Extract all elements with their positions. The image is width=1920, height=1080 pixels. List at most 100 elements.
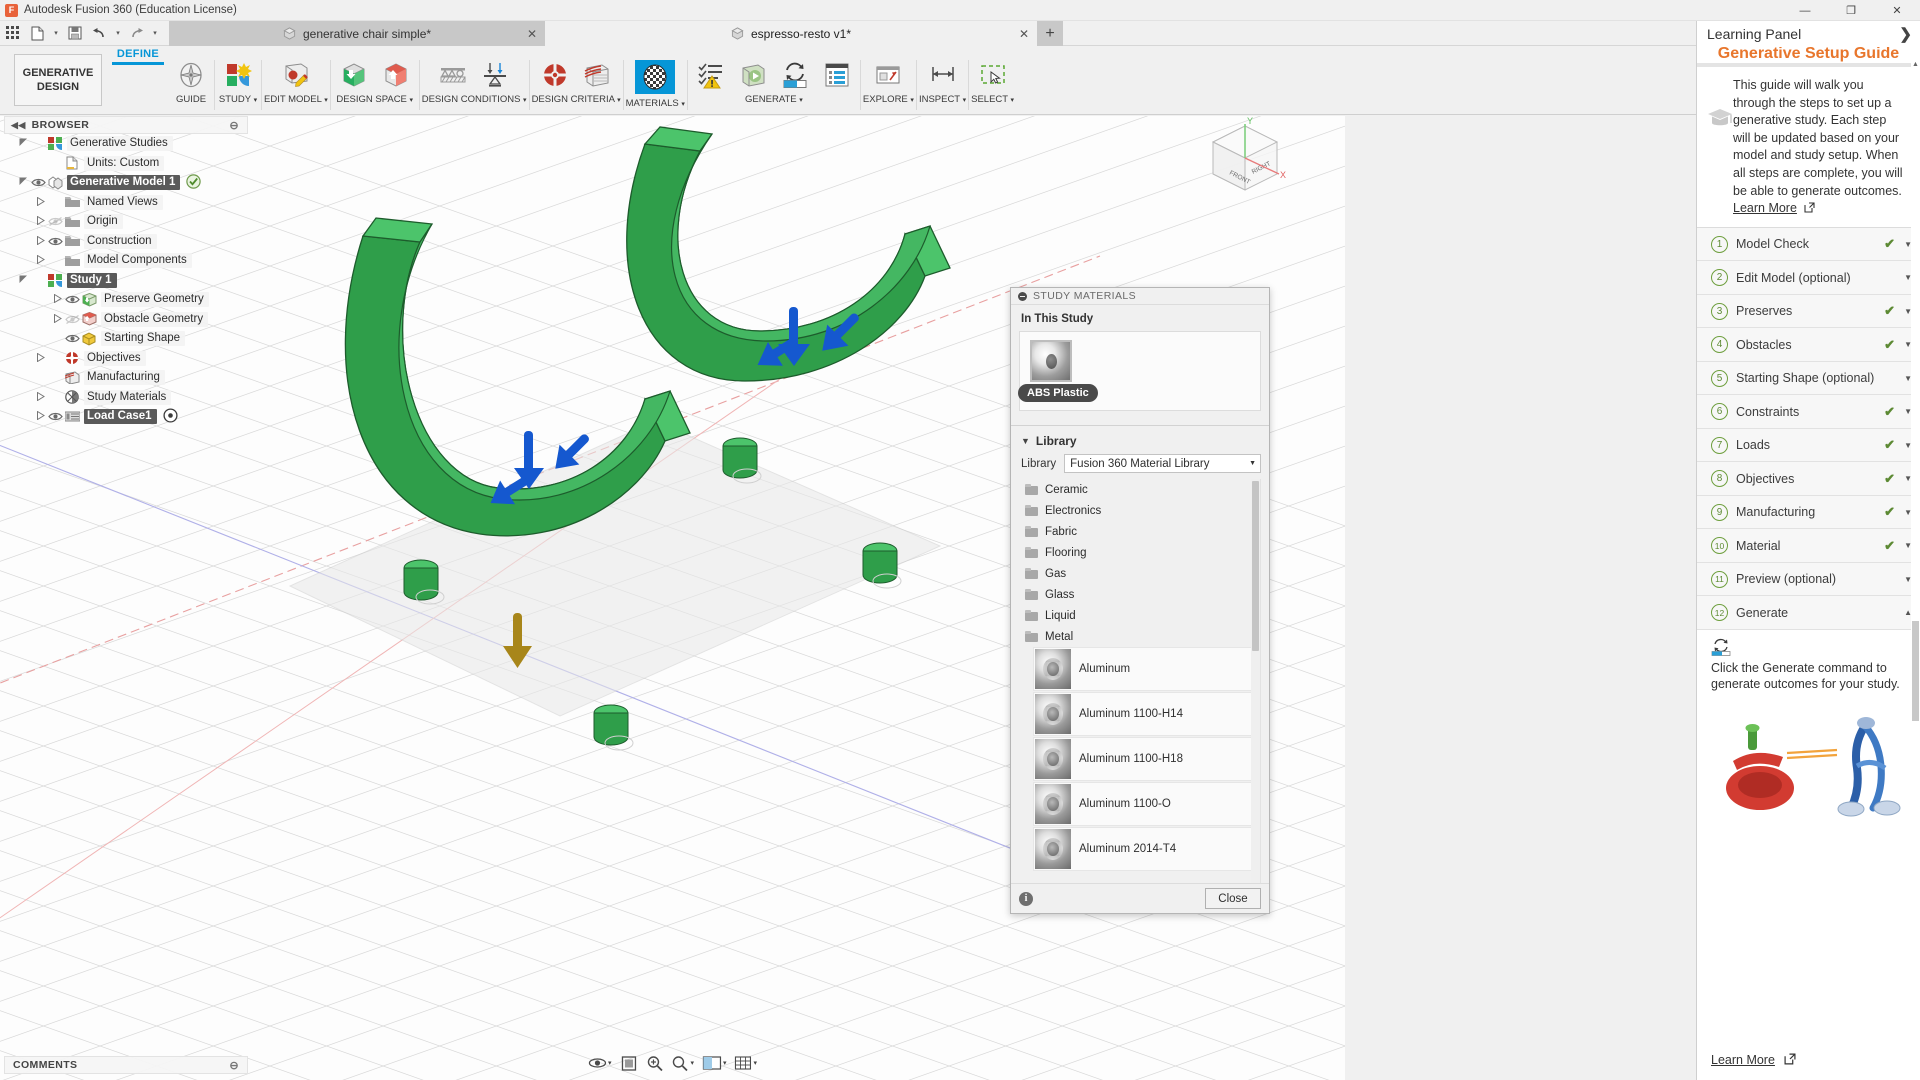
grid-snaps-caret-icon[interactable]: ▾ [754,1059,758,1067]
library-dropdown-caret-icon[interactable]: ▼ [1249,460,1256,467]
study-materials-button[interactable] [635,60,676,94]
document-tab-2[interactable]: espresso-resto v1* ✕ [545,21,1037,46]
material-library-list[interactable]: Ceramic Electronics Fabric Flooring Gas Glass… [1019,479,1261,883]
visibility-toggle-icon[interactable] [64,332,81,346]
setup-step-constraints[interactable]: 6 Constraints ✔ ▼ [1697,395,1920,429]
study-materials-dialog-titlebar[interactable]: STUDY MATERIALS [1011,288,1269,305]
expand-triangle-icon[interactable] [16,275,30,286]
view-cube[interactable]: FRONT RIGHT Y X [1195,116,1295,212]
material-row[interactable]: Aluminum 1100-H18 [1033,737,1258,781]
obstacle-geometry-button[interactable] [375,60,417,90]
expand-triangle-icon[interactable] [33,254,47,266]
maximize-button[interactable]: ❐ [1828,0,1874,21]
document-tab-1-close-icon[interactable]: ✕ [527,27,537,41]
job-status-button[interactable] [774,60,816,90]
setup-step-generate[interactable]: 12 Generate ▲ [1697,596,1920,630]
material-folder-row[interactable]: Gas [1019,563,1260,584]
zoom-window-button[interactable]: ▾ [668,1051,697,1075]
measure-button[interactable] [922,60,964,90]
scroll-up-icon[interactable]: ▲ [1911,61,1920,68]
pan-button[interactable] [616,1051,640,1075]
zoom-button[interactable] [642,1051,666,1075]
explore-button[interactable] [867,60,909,90]
browser-item-construction[interactable]: Construction [4,232,248,252]
intro-learn-more-link[interactable]: Learn More [1733,201,1797,215]
in-this-study-area[interactable]: ABS Plastic [1018,331,1261,411]
precheck-button[interactable] [690,60,732,90]
manufacturing-button[interactable] [576,60,618,90]
study-button[interactable] [217,60,259,90]
visibility-toggle-icon[interactable] [30,176,47,190]
material-row[interactable]: Aluminum 1100-O [1033,782,1258,826]
material-folder-row[interactable]: Liquid [1019,605,1260,626]
grid-snaps-button[interactable]: ▾ [732,1051,761,1075]
library-expand-caret-icon[interactable]: ▼ [1021,436,1030,446]
new-tab-button[interactable]: + [1037,21,1063,46]
expand-triangle-icon[interactable] [16,177,30,188]
select-button[interactable] [972,60,1014,90]
material-swatch[interactable] [1030,340,1072,382]
visibility-toggle-icon[interactable] [64,312,81,326]
expand-triangle-icon[interactable] [33,391,47,403]
visibility-toggle-icon[interactable] [47,215,64,229]
orbit-button[interactable]: ▾ [585,1051,615,1075]
load-case-active-badge-icon[interactable] [163,408,178,426]
expand-triangle-icon[interactable] [33,196,47,208]
setup-step-manufacturing[interactable]: 9 Manufacturing ✔ ▼ [1697,495,1920,530]
browser-collapse-icon[interactable]: ◀◀ [5,120,32,131]
setup-step-preserves[interactable]: 3 Preserves ✔ ▼ [1697,294,1920,329]
material-folder-row[interactable]: Electronics [1019,500,1260,521]
expand-triangle-icon[interactable] [33,215,47,227]
browser-item-study-materials[interactable]: Study Materials [4,388,248,408]
browser-item-manufacturing[interactable]: Manufacturing [4,368,248,388]
display-settings-button[interactable]: ▾ [699,1051,730,1075]
material-row[interactable]: Aluminum 2014-T4 [1033,827,1258,871]
browser-header[interactable]: ◀◀ BROWSER ⊖ [4,116,248,134]
redo-icon[interactable] [124,21,149,45]
browser-item-model-components[interactable]: Model Components [4,251,248,271]
structural-constraints-button[interactable] [432,60,474,90]
3d-canvas[interactable]: ◀◀ BROWSER ⊖ Generative Studies Units: Cu… [0,116,1345,1080]
study-materials-dialog[interactable]: STUDY MATERIALS In This Study ABS Plasti… [1010,287,1270,914]
expand-triangle-icon[interactable] [33,352,47,364]
document-tab-1[interactable]: generative chair simple* ✕ [169,21,545,46]
setup-step-loads[interactable]: 7 Loads ✔ ▼ [1697,428,1920,463]
minimize-button[interactable]: — [1782,0,1828,21]
undo-caret-icon[interactable]: ▾ [112,21,124,45]
expand-triangle-icon[interactable] [33,235,47,247]
zoom-window-caret-icon[interactable]: ▾ [690,1059,694,1067]
comments-panel[interactable]: COMMENTS ⊖ [4,1056,248,1074]
save-icon[interactable] [62,21,87,45]
material-list-scroll-thumb[interactable] [1252,481,1259,651]
browser-item-obstacle-geometry[interactable]: Obstacle Geometry [4,310,248,330]
preserve-geometry-button[interactable] [333,60,375,90]
browser-item-study-1[interactable]: Study 1 [4,271,248,291]
explore-list-button[interactable] [816,60,858,90]
setup-step-model-check[interactable]: 1 Model Check ✔ ▼ [1697,227,1920,262]
new-document-icon[interactable] [25,21,50,45]
orbit-caret-icon[interactable]: ▾ [608,1059,612,1067]
setup-step-preview-optional[interactable]: 11 Preview (optional) ▼ [1697,562,1920,597]
generate-button[interactable] [732,60,774,90]
show-data-panel-icon[interactable] [0,21,25,45]
visibility-toggle-icon[interactable] [64,293,81,307]
visibility-toggle-icon[interactable] [47,410,64,424]
info-icon[interactable]: i [1019,891,1033,906]
document-tab-2-close-icon[interactable]: ✕ [1019,27,1029,41]
learning-panel-scrollbar[interactable]: ▲ [1911,61,1920,1080]
expand-triangle-icon[interactable] [50,293,64,305]
new-document-caret-icon[interactable]: ▾ [50,21,62,45]
close-button[interactable]: Close [1205,888,1261,909]
material-folder-row[interactable]: Flooring [1019,542,1260,563]
setup-step-obstacles[interactable]: 4 Obstacles ✔ ▼ [1697,328,1920,362]
browser-item-load-case1[interactable]: Load Case1 [4,407,248,427]
browser-item-preserve-geometry[interactable]: Preserve Geometry [4,290,248,310]
expand-triangle-icon[interactable] [33,410,47,422]
undo-icon[interactable] [87,21,112,45]
guide-button[interactable] [170,60,212,90]
material-folder-row[interactable]: Ceramic [1019,479,1260,500]
edit-model-button[interactable] [275,60,317,90]
structural-loads-button[interactable] [474,60,516,90]
expand-triangle-icon[interactable] [50,313,64,325]
browser-item-generative-studies[interactable]: Generative Studies [4,134,248,154]
